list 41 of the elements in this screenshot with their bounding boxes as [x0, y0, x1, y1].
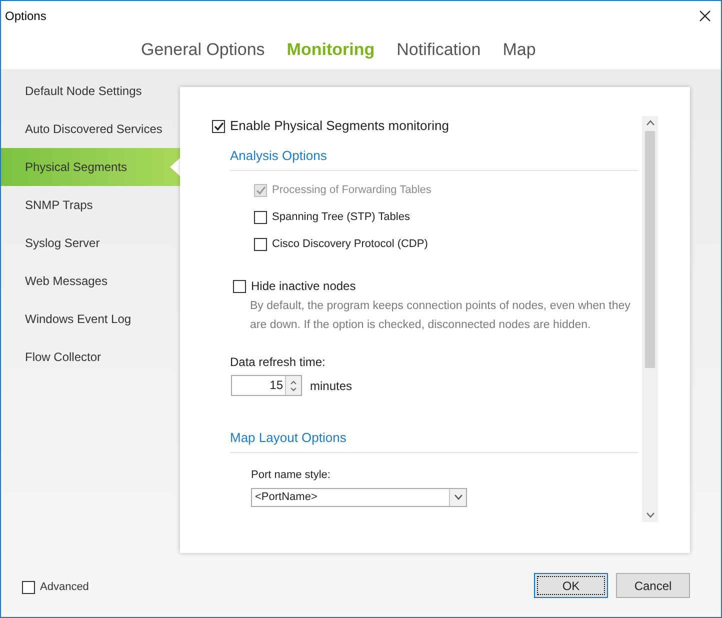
dialog-button[interactable]: Cancel [616, 573, 690, 598]
checkbox-label: Cisco Discovery Protocol (CDP) [272, 237, 428, 252]
tab[interactable]: Map [502, 37, 536, 63]
checkbox[interactable] [254, 238, 267, 251]
checkbox-label: Hide inactive nodes [251, 278, 356, 295]
unit-label: minutes [310, 378, 352, 394]
checkbox[interactable] [212, 120, 225, 132]
sidebar-item[interactable]: Auto Discovered Services [1, 110, 180, 148]
scroll-up-icon[interactable] [646, 120, 654, 126]
checkbox-label: Enable Physical Segments monitoring [230, 117, 449, 136]
spin-box[interactable]: 15 [231, 375, 302, 396]
description-text: By default, the program keeps connection points of nodes, even when they are down. If the option is checked, disconnected nodes are hidden. [250, 299, 632, 333]
section-heading: Analysis Options [230, 148, 327, 163]
scrollbar[interactable] [642, 116, 658, 522]
sidebar-item[interactable]: Flow Collector [1, 338, 180, 376]
spin-arrows-icon[interactable] [290, 380, 297, 392]
sidebar-item[interactable]: Windows Event Log [1, 300, 180, 338]
checkbox-label: Advanced [40, 580, 89, 595]
sidebar-item[interactable]: Physical Segments [1, 148, 180, 186]
sidebar-item[interactable]: Syslog Server [1, 224, 180, 262]
checkbox[interactable] [22, 580, 35, 594]
sidebar-item[interactable]: Default Node Settings [1, 72, 180, 110]
scrollbar-thumb[interactable] [645, 131, 655, 368]
tab[interactable]: Notification [396, 37, 481, 63]
checkbox-label: Spanning Tree (STP) Tables [272, 210, 410, 226]
section-heading: Map Layout Options [230, 430, 346, 445]
dropdown[interactable]: <PortName> [251, 488, 467, 506]
close-icon[interactable] [699, 10, 711, 22]
sidebar-item[interactable]: Web Messages [1, 262, 180, 300]
sidebar-item[interactable]: SNMP Traps [1, 186, 180, 224]
tab[interactable]: General Options [141, 37, 265, 63]
window-title: Options [5, 8, 46, 25]
checkbox-label: Processing of Forwarding Tables [272, 183, 432, 198]
scroll-down-icon[interactable] [646, 512, 654, 518]
dialog-button[interactable]: OK [534, 573, 608, 598]
spin-value[interactable]: 15 [232, 376, 285, 395]
dropdown-caret-icon[interactable] [454, 494, 462, 500]
checkbox[interactable] [233, 280, 246, 292]
field-label: Data refresh time: [230, 354, 326, 371]
checkbox[interactable] [254, 211, 267, 224]
field-label: Port name style: [251, 468, 330, 483]
